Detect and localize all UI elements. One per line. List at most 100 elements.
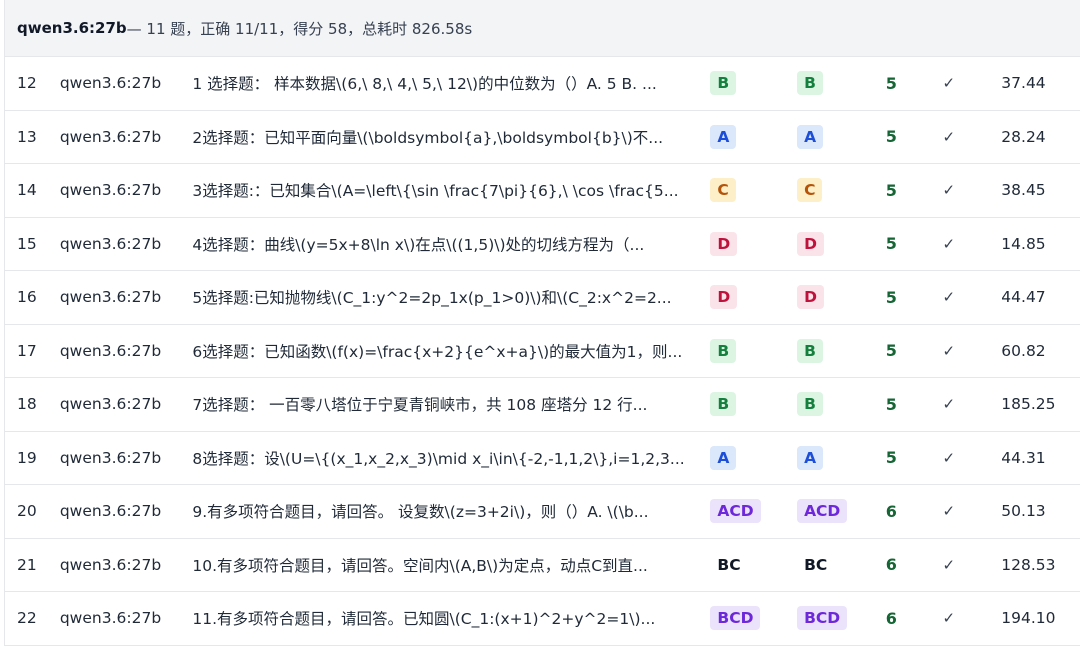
row-score: 5 [885,394,897,414]
row-question: 10.有多项符合题目，请回答。空间内\(A,B\)为定点，动点C到直... [192,556,648,575]
answer-badge: A [710,124,737,149]
row-model: qwen3.6:27b [59,127,162,146]
row-model: qwen3.6:27b [59,234,162,253]
row-index: 22 [17,609,37,628]
check-icon: ✓ [942,234,956,253]
row-model: qwen3.6:27b [59,341,162,360]
row-question: 2选择题：已知平面向量\(\boldsymbol{a},\boldsymbol{… [192,128,664,147]
row-model: qwen3.6:27b [59,181,162,200]
row-question: 6选择题：已知函数\(f(x)=\frac{x+2}{e^x+a}\)的最大值为… [192,342,683,361]
row-question: 8选择题：设\(U=\{(x_1,x_2,x_3)\mid x_i\in\{-2… [192,449,685,468]
row-index: 17 [17,341,37,360]
answer-badge: D [710,285,738,310]
answer-badge: A [710,445,737,470]
table-row: 13 qwen3.6:27b 2选择题：已知平面向量\(\boldsymbol{a}… [5,111,1080,164]
table-row: 22 qwen3.6:27b 11.有多项符合题目，请回答。已知圆\(C_1:(x+… [5,592,1080,646]
check-icon: ✓ [942,74,956,93]
row-score: 5 [885,448,897,468]
answer-badge: D [710,231,738,256]
row-time: 50.13 [1001,502,1046,521]
row-index: 21 [17,555,37,574]
results-panel: qwen3.6:27b — 11 题，正确 11/11，得分 58，总耗时 82… [4,0,1080,646]
row-time: 185.25 [1001,395,1056,414]
expected-badge: BC [804,555,828,574]
check-icon: ✓ [942,288,956,307]
answer-badge: ACD [710,499,761,524]
check-icon: ✓ [942,502,956,521]
expected-badge: B [797,392,823,417]
check-icon: ✓ [942,395,956,414]
check-icon: ✓ [942,555,956,574]
row-question: 5选择题:已知抛物线\(C_1:y^2=2p_1x(p_1>0)\)和\(C_2… [192,289,672,308]
row-score: 6 [885,555,897,575]
answer-badge: BCD [710,606,761,631]
row-time: 128.53 [1001,555,1056,574]
expected-badge: ACD [797,499,848,524]
row-time: 44.47 [1001,288,1046,307]
row-index: 12 [17,74,37,93]
row-model: qwen3.6:27b [59,288,162,307]
answer-badge: C [710,178,736,203]
expected-badge: B [797,71,823,96]
row-score: 5 [885,341,897,361]
row-question: 11.有多项符合题目，请回答。已知圆\(C_1:(x+1)^2+y^2=1\).… [192,610,656,629]
check-icon: ✓ [942,448,956,467]
row-score: 5 [885,127,897,147]
expected-badge: D [797,231,824,256]
row-time: 194.10 [1001,609,1056,628]
row-index: 20 [17,502,37,521]
row-question: 4选择题：曲线\(y=5x+8\ln x\)在点\((1,5)\)处的切线方程为… [192,235,645,254]
row-question: 7选择题： 一百零八塔位于宁夏青铜峡市，共 108 座塔分 12 行... [192,396,648,415]
row-score: 6 [885,501,897,521]
row-model: qwen3.6:27b [59,609,162,628]
row-score: 5 [885,73,897,93]
row-score: 5 [885,180,897,200]
row-model: qwen3.6:27b [59,448,162,467]
row-time: 37.44 [1001,74,1046,93]
row-question: 9.有多项符合题目，请回答。 设复数\(z=3+2i\)，则（）A. \(\b.… [192,503,649,522]
table-row: 18 qwen3.6:27b 7选择题： 一百零八塔位于宁夏青铜峡市，共 108 座… [5,378,1080,432]
table-row: 14 qwen3.6:27b 3选择题:：已知集合\(A=\left\{\sin \… [5,164,1080,218]
answer-badge: B [710,392,737,417]
row-score: 5 [885,287,897,307]
row-time: 60.82 [1001,341,1046,360]
row-index: 19 [17,448,37,467]
answer-badge: BC [717,555,741,574]
row-index: 15 [17,234,37,253]
header-summary: — 11 题，正确 11/11，得分 58，总耗时 826.58s [126,19,473,38]
row-index: 16 [17,288,37,307]
expected-badge: C [797,178,823,203]
expected-badge: A [797,124,824,149]
table-row: 19 qwen3.6:27b 8选择题：设\(U=\{(x_1,x_2,x_3)\m… [5,432,1080,485]
row-model: qwen3.6:27b [59,74,162,93]
table-row: 21 qwen3.6:27b 10.有多项符合题目，请回答。空间内\(A,B\)为定… [5,539,1080,592]
expected-badge: A [797,445,824,470]
expected-badge: D [797,285,824,310]
table-row: 17 qwen3.6:27b 6选择题：已知函数\(f(x)=\frac{x+2}{… [5,325,1080,378]
row-question: 3选择题:：已知集合\(A=\left\{\sin \frac{7\pi}{6}… [192,182,679,201]
row-score: 5 [885,234,897,254]
check-icon: ✓ [942,341,956,360]
check-icon: ✓ [942,127,956,146]
results-header: qwen3.6:27b — 11 题，正确 11/11，得分 58，总耗时 82… [5,0,1080,57]
row-score: 6 [885,608,897,628]
row-index: 14 [17,181,37,200]
expected-badge: BCD [797,606,848,631]
row-model: qwen3.6:27b [59,555,162,574]
row-model: qwen3.6:27b [59,502,162,521]
check-icon: ✓ [942,609,956,628]
check-icon: ✓ [942,181,956,200]
answer-badge: B [710,71,737,96]
row-question: 1 选择题： 样本数据\(6,\ 8,\ 4,\ 5,\ 12\)的中位数为（）… [192,75,657,94]
row-model: qwen3.6:27b [59,395,162,414]
header-model: qwen3.6:27b [17,19,127,37]
answer-badge: B [710,338,737,363]
table-row: 15 qwen3.6:27b 4选择题：曲线\(y=5x+8\ln x\)在点\((… [5,218,1080,271]
row-time: 44.31 [1001,448,1046,467]
results-table: 12 qwen3.6:27b 1 选择题： 样本数据\(6,\ 8,\ 4,\ 5,… [5,57,1080,646]
row-time: 14.85 [1001,234,1046,253]
row-index: 13 [17,127,37,146]
expected-badge: B [797,338,823,363]
row-time: 28.24 [1001,127,1046,146]
table-row: 12 qwen3.6:27b 1 选择题： 样本数据\(6,\ 8,\ 4,\ 5,… [5,57,1080,111]
